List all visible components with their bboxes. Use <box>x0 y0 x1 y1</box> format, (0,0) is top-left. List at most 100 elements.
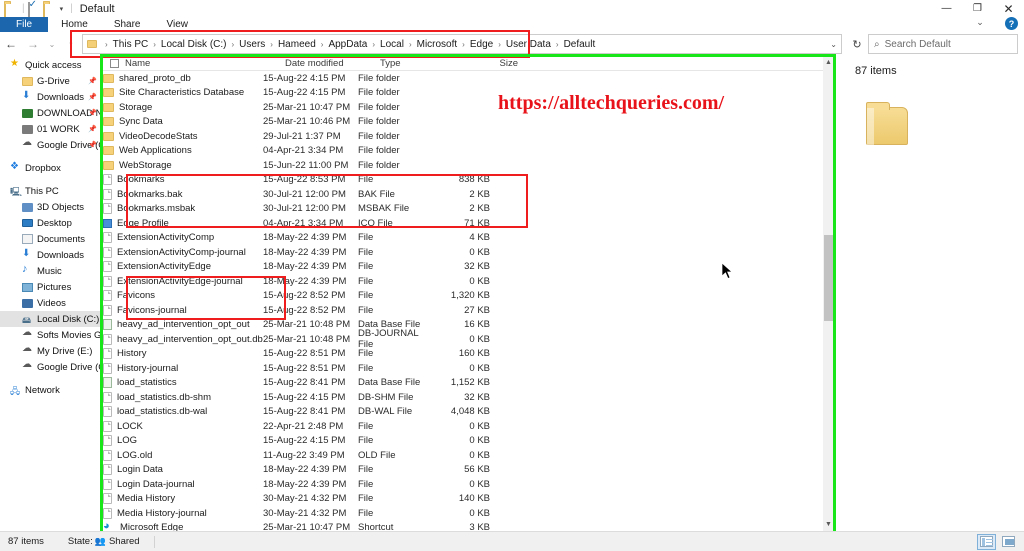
up-button[interactable]: ↑ <box>60 37 82 51</box>
breadcrumb-item-local[interactable]: Local <box>380 39 404 50</box>
pin-icon[interactable]: 📌 <box>88 125 97 133</box>
sidebar-item-dropbox[interactable]: Dropbox <box>0 160 100 176</box>
sidebar-item-google-drive-g[interactable]: Google Drive (G:📌 <box>0 137 100 153</box>
sidebar-item-my-drive-e[interactable]: My Drive (E:) <box>0 343 100 359</box>
table-row[interactable]: ExtensionActivityComp 18-May-22 4:39 PM Fi… <box>103 231 833 246</box>
table-row[interactable]: Web Applications 04-Apr-21 3:34 PM File fo… <box>103 144 833 159</box>
table-row[interactable]: heavy_ad_intervention_opt_out 25-Mar-21 1… <box>103 318 833 333</box>
watermark-url: https://alltechqueries.com/ <box>498 92 725 114</box>
table-row[interactable]: History 15-Aug-22 8:51 PM File 160 KB <box>103 347 833 362</box>
breadcrumb-item-microsoft[interactable]: Microsoft <box>417 39 458 50</box>
breadcrumb-item-local-disk[interactable]: Local Disk (C:) <box>161 39 227 50</box>
breadcrumb-item-hameed[interactable]: Hameed <box>278 39 316 50</box>
table-row[interactable]: Bookmarks 15-Aug-22 8:53 PM File 838 KB <box>103 173 833 188</box>
close-button[interactable]: ✕ <box>993 0 1024 17</box>
table-row[interactable]: load_statistics.db-wal 15-Aug-22 8:41 PM D… <box>103 405 833 420</box>
table-row[interactable]: History-journal 15-Aug-22 8:51 PM File 0 KB <box>103 361 833 376</box>
sidebar-item-desktop[interactable]: Desktop <box>0 215 100 231</box>
sidebar-item-google-drive-g[interactable]: Google Drive (G:) <box>0 359 100 375</box>
table-row[interactable]: Media History-journal 30-May-21 4:32 PM Fi… <box>103 506 833 521</box>
back-button[interactable]: ← <box>0 37 22 51</box>
breadcrumb-item-this-pc[interactable]: This PC <box>113 39 149 50</box>
sidebar-item-quick-access[interactable]: Quick access <box>0 57 100 73</box>
breadcrumb-item-edge[interactable]: Edge <box>470 39 493 50</box>
breadcrumb-item-users[interactable]: Users <box>239 39 265 50</box>
navigation-pane[interactable]: Quick accessG-Drive📌Downloads📌DOWNLOAD N… <box>0 57 100 531</box>
table-row[interactable]: WebStorage 15-Jun-22 11:00 PM File folder <box>103 158 833 173</box>
minimize-button[interactable]: — <box>931 0 962 17</box>
sidebar-item-local-disk-c[interactable]: Local Disk (C:) <box>0 311 100 329</box>
details-view-icon[interactable] <box>977 533 996 550</box>
table-row[interactable]: Favicons 15-Aug-22 8:52 PM File 1,320 KB <box>103 289 833 304</box>
select-all-checkbox[interactable] <box>103 59 125 68</box>
table-row[interactable]: LOG.old 11-Aug-22 3:49 PM OLD File 0 KB <box>103 448 833 463</box>
table-row[interactable]: Bookmarks.bak 30-Jul-21 12:00 PM BAK File 2… <box>103 187 833 202</box>
table-row[interactable]: Media History 30-May-21 4:32 PM File 140 KB <box>103 492 833 507</box>
sidebar-item-pictures[interactable]: Pictures <box>0 279 100 295</box>
breadcrumb-item-appdata[interactable]: AppData <box>328 39 367 50</box>
column-header-date-modified[interactable]: Date modified <box>285 58 380 69</box>
quick-access-checkbox-icon[interactable] <box>27 1 40 21</box>
table-row[interactable]: heavy_ad_intervention_opt_out.db-jou...2… <box>103 328 833 350</box>
table-row[interactable]: Edge Profile 04-Apr-21 3:34 PM ICO File 71 … <box>103 216 833 231</box>
sidebar-item-softs-movies-games[interactable]: Softs Movies Games <box>0 327 100 343</box>
table-row[interactable]: Favicons-journal 15-Aug-22 8:52 PM File 27 … <box>103 303 833 318</box>
table-row[interactable]: Login Data-journal 18-May-22 4:39 PM File 0… <box>103 477 833 492</box>
help-icon[interactable]: ? <box>1005 17 1018 30</box>
table-row[interactable]: VideoDecodeStats 29-Jul-21 1:37 PM File fo… <box>103 129 833 144</box>
sidebar-item-download-ne[interactable]: DOWNLOAD NE📌 <box>0 105 100 121</box>
breadcrumb-item-default[interactable]: Default <box>564 39 596 50</box>
pin-icon[interactable]: 📌 <box>88 109 97 117</box>
sidebar-item-this-pc[interactable]: This PC <box>0 183 100 201</box>
table-row[interactable]: load_statistics.db-shm 15-Aug-22 4:15 PM D… <box>103 390 833 405</box>
table-row[interactable]: load_statistics 15-Aug-22 8:41 PM Data Bas… <box>103 376 833 391</box>
tab-view[interactable]: View <box>154 17 202 32</box>
sidebar-item-documents[interactable]: Documents <box>0 231 100 247</box>
sidebar-item-downloads[interactable]: Downloads 📌 <box>0 89 100 105</box>
table-row[interactable]: shared_proto_db 15-Aug-22 4:15 PM File fol… <box>103 71 833 86</box>
table-row[interactable]: ExtensionActivityComp-journal 18-May-22 4… <box>103 245 833 260</box>
large-icons-view-icon[interactable] <box>999 534 1018 550</box>
breadcrumb-item-user-data[interactable]: User Data <box>506 39 551 50</box>
sidebar-item-videos[interactable]: Videos <box>0 295 100 311</box>
file-name-cell: ExtensionActivityComp-journal <box>103 246 263 258</box>
sidebar-item-downloads[interactable]: Downloads <box>0 247 100 263</box>
sidebar-item-network[interactable]: Network <box>0 382 100 400</box>
sidebar-item-music[interactable]: Music <box>0 263 100 279</box>
tab-share[interactable]: Share <box>101 17 154 32</box>
search-input[interactable]: ⌕ Search Default <box>868 34 1018 54</box>
scroll-up-arrow-icon[interactable]: ▲ <box>823 57 834 69</box>
tab-home[interactable]: Home <box>48 17 101 32</box>
scroll-down-arrow-icon[interactable]: ▼ <box>823 519 834 531</box>
breadcrumb-dropdown-chevron-down-icon[interactable]: ⌄ <box>824 40 837 49</box>
quick-access-folder-icon[interactable] <box>4 1 16 21</box>
sidebar-item-g-drive[interactable]: G-Drive 📌 <box>0 73 100 89</box>
sidebar-item-01-work[interactable]: 01 WORK 📌 <box>0 121 100 137</box>
quick-access-chevron-down-icon[interactable]: ▾ <box>60 5 64 13</box>
table-row[interactable]: Bookmarks.msbak 30-Jul-21 12:00 PM MSBAK F… <box>103 202 833 217</box>
forward-button[interactable]: → <box>22 37 44 51</box>
sidebar-item-3d-objects[interactable]: 3D Objects <box>0 199 100 215</box>
recent-locations-chevron-down-icon[interactable]: ⌄ <box>44 40 60 49</box>
pin-icon[interactable]: 📌 <box>88 141 97 149</box>
file-date-cell: 25-Mar-21 10:48 PM <box>263 319 351 331</box>
refresh-button[interactable]: ↻ <box>846 38 868 51</box>
table-row[interactable]: LOCK 22-Apr-21 2:48 PM File 0 KB <box>103 419 833 434</box>
maximize-button[interactable]: ❐ <box>962 0 993 17</box>
file-list-pane[interactable]: Name Date modified Type Size shared_prot… <box>103 57 833 533</box>
scrollbar-thumb[interactable] <box>824 235 833 321</box>
column-header-name[interactable]: Name <box>125 58 285 69</box>
collapse-ribbon-chevron-down-icon[interactable]: ⌄ <box>972 17 988 28</box>
file-size-cell: 1,320 KB <box>450 290 490 302</box>
breadcrumb[interactable]: › This PC › Local Disk (C:) › Users › Ha… <box>82 34 842 54</box>
tab-file[interactable]: File <box>0 17 49 32</box>
table-row[interactable]: LOG 15-Aug-22 4:15 PM File 0 KB <box>103 434 833 449</box>
pin-icon[interactable]: 📌 <box>88 93 97 101</box>
table-row[interactable]: Sync Data 25-Mar-21 10:46 PM File folder <box>103 115 833 130</box>
quick-access-paste-folder-icon[interactable] <box>42 1 55 21</box>
vertical-scrollbar[interactable]: ▲ ▼ <box>823 57 834 531</box>
column-header-size[interactable]: Size <box>458 58 518 69</box>
pin-icon[interactable]: 📌 <box>88 77 97 85</box>
column-header-type[interactable]: Type <box>380 58 458 69</box>
table-row[interactable]: Login Data 18-May-22 4:39 PM File 56 KB <box>103 463 833 478</box>
